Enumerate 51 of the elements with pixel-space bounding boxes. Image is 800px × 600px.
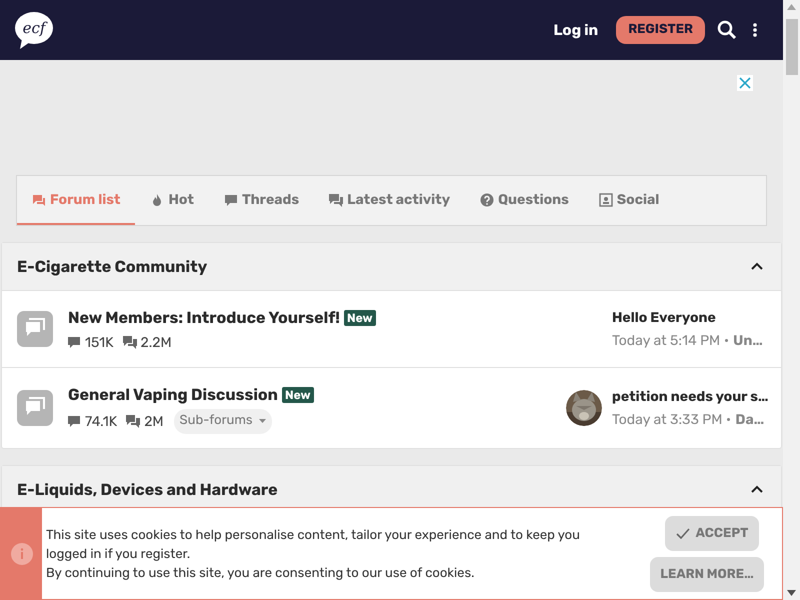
- nav-tab[interactable]: Forum list: [17, 176, 136, 225]
- nav-tab[interactable]: Social: [584, 176, 674, 225]
- new-badge: New: [344, 310, 376, 326]
- login-link[interactable]: Log in: [554, 18, 598, 42]
- last-post-time: Today at 5:14 PM: [612, 331, 720, 351]
- more-icon[interactable]: [753, 23, 757, 37]
- category-title: E-Liquids, Devices and Hardware: [17, 478, 279, 500]
- speech-bubble-icon: [68, 414, 81, 428]
- thread-count: 151K: [85, 332, 114, 352]
- register-button[interactable]: REGISTER: [616, 16, 705, 44]
- speech-bubble-icon: [68, 336, 81, 348]
- scroll-down-icon[interactable]: [787, 590, 796, 596]
- nav-tab[interactable]: Hot: [135, 176, 209, 225]
- cookie-notice-text: By continuing to use this site, you are consenting to our use of cookies.: [46, 565, 476, 583]
- subforums-dropdown[interactable]: Sub-forums: [174, 408, 272, 434]
- scrollbar-thumb[interactable]: [786, 19, 798, 75]
- last-post-link[interactable]: Hello Everyone: [612, 307, 767, 328]
- forum-title-link[interactable]: New Members: Introduce Yourself!: [68, 306, 340, 330]
- check-icon: [676, 528, 690, 539]
- collapse-icon[interactable]: [751, 485, 763, 494]
- cookie-notice-text: This site uses cookies to help personalise content, tailor your experience and to keep you logged in if you register.: [46, 527, 581, 564]
- caret-icon: [258, 419, 266, 423]
- category-header[interactable]: E-Cigarette Community: [2, 243, 781, 291]
- collapse-icon[interactable]: [751, 262, 763, 271]
- forum-title-link[interactable]: General Vaping Discussion: [68, 382, 278, 406]
- message-count: 2.2M: [140, 332, 172, 352]
- speech-bubble-icon: [224, 192, 238, 206]
- category-title: E-Cigarette Community: [17, 256, 208, 278]
- learn-more-button[interactable]: LEARN MORE…: [650, 557, 764, 592]
- message-count: 2M: [144, 412, 164, 432]
- nav-tab[interactable]: Questions: [465, 176, 584, 225]
- speech-bubbles-icon: [329, 192, 344, 206]
- username-link[interactable]: Da…: [735, 409, 764, 430]
- question-icon: [480, 192, 494, 206]
- info-icon: [10, 542, 32, 564]
- accept-button[interactable]: ACCEPT: [664, 516, 760, 551]
- chat-icon: [32, 192, 46, 206]
- speech-bubbles-icon: [122, 336, 136, 348]
- search-icon[interactable]: [717, 20, 737, 40]
- forum-icon: [17, 390, 53, 426]
- nav-tab[interactable]: Latest activity: [314, 176, 466, 225]
- username-link[interactable]: Un…: [733, 330, 763, 351]
- close-icon[interactable]: [737, 75, 753, 91]
- new-badge: New: [282, 386, 314, 402]
- thread-count: 74.1K: [85, 412, 118, 432]
- nav-tab[interactable]: Threads: [208, 176, 314, 225]
- speech-bubbles-icon: [126, 414, 140, 428]
- forum-icon: [17, 311, 53, 347]
- last-post-link[interactable]: petition needs your s…: [612, 386, 767, 407]
- contact-card-icon: [598, 192, 613, 206]
- last-post-time: Today at 3:33 PM: [612, 410, 722, 430]
